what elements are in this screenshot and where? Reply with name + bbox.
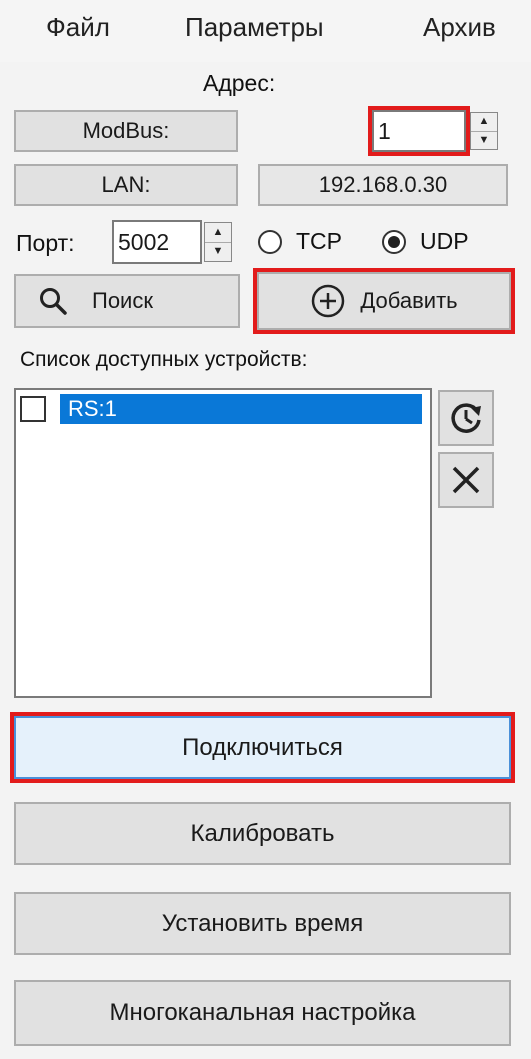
device-list-label: Список доступных устройств: bbox=[20, 348, 308, 371]
modbus-address-stepper[interactable]: ▲ ▼ bbox=[470, 112, 498, 150]
add-label: Добавить bbox=[360, 288, 458, 313]
refresh-button[interactable] bbox=[438, 390, 494, 446]
multichannel-settings-button[interactable]: Многоканальная настройка bbox=[14, 980, 511, 1046]
ip-address-field[interactable]: 192.168.0.30 bbox=[258, 164, 508, 206]
device-selection-highlight: RS:1 bbox=[60, 394, 422, 424]
close-icon bbox=[452, 466, 480, 494]
magnifier-icon bbox=[40, 288, 67, 315]
menu-item-archive[interactable]: Архив bbox=[423, 12, 496, 43]
device-name: RS:1 bbox=[68, 396, 117, 421]
search-label: Поиск bbox=[92, 288, 153, 313]
tcp-label: TCP bbox=[296, 228, 342, 254]
stepper-down-icon[interactable]: ▼ bbox=[471, 130, 497, 150]
port-label: Порт: bbox=[16, 230, 75, 256]
device-list[interactable]: RS:1 bbox=[14, 388, 432, 698]
address-label: Адрес: bbox=[203, 70, 276, 96]
search-button[interactable]: Поиск bbox=[14, 274, 240, 328]
plus-circle-icon bbox=[312, 284, 345, 318]
udp-radio[interactable] bbox=[382, 230, 406, 254]
modbus-address-input[interactable]: 1 bbox=[368, 106, 470, 156]
tcp-radio[interactable] bbox=[258, 230, 282, 254]
connect-button[interactable]: Подключиться bbox=[10, 712, 515, 783]
modbus-address-value: 1 bbox=[378, 117, 391, 144]
add-button[interactable]: Добавить bbox=[253, 268, 515, 334]
menu-bar: Файл Параметры Архив bbox=[0, 0, 531, 62]
lan-button[interactable]: LAN: bbox=[14, 164, 238, 206]
port-stepper[interactable]: ▲ ▼ bbox=[204, 222, 232, 262]
device-checkbox[interactable] bbox=[20, 396, 46, 422]
modbus-button[interactable]: ModBus: bbox=[14, 110, 238, 152]
stepper-up-icon[interactable]: ▲ bbox=[471, 113, 497, 131]
udp-label: UDP bbox=[420, 228, 469, 254]
list-item[interactable]: RS:1 bbox=[18, 394, 428, 424]
port-input[interactable]: 5002 bbox=[112, 220, 202, 264]
refresh-icon bbox=[451, 403, 481, 433]
menu-item-parameters[interactable]: Параметры bbox=[185, 12, 324, 43]
stepper-up-icon[interactable]: ▲ bbox=[205, 223, 231, 242]
menu-item-file[interactable]: Файл bbox=[46, 12, 110, 43]
set-time-button[interactable]: Установить время bbox=[14, 892, 511, 955]
stepper-down-icon[interactable]: ▼ bbox=[205, 241, 231, 262]
calibrate-button[interactable]: Калибровать bbox=[14, 802, 511, 865]
delete-button[interactable] bbox=[438, 452, 494, 508]
port-value: 5002 bbox=[118, 228, 170, 255]
